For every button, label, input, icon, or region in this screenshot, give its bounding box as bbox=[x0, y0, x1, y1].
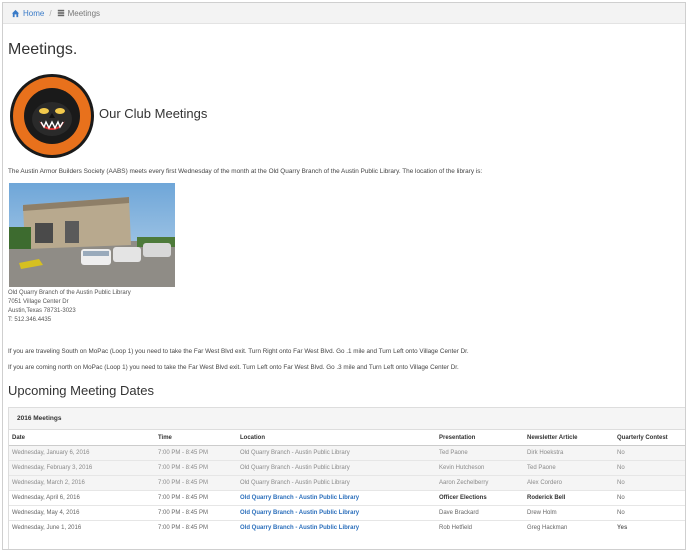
cell-time: 7:00 PM - 8:45 PM bbox=[155, 520, 237, 535]
list-icon bbox=[57, 9, 64, 17]
cell-time: 7:00 PM - 8:45 PM bbox=[155, 445, 237, 461]
club-logo bbox=[10, 74, 94, 158]
column-header-date: Date bbox=[9, 430, 155, 446]
cell-location-link[interactable]: Old Quarry Branch - Austin Public Librar… bbox=[237, 505, 436, 521]
address-city: Austin,Texas 78731-3023 bbox=[8, 308, 76, 314]
cell-time: 7:00 PM - 8:45 PM bbox=[155, 505, 237, 521]
cell-contest: No bbox=[614, 460, 685, 476]
cell-location: Old Quarry Branch - Austin Public Librar… bbox=[237, 460, 436, 476]
cell-presentation: Officer Elections bbox=[436, 490, 524, 506]
table-row: Wednesday, May 4, 2016 7:00 PM - 8:45 PM… bbox=[9, 505, 685, 521]
cell-newsletter: Dirk Hoekstra bbox=[524, 445, 614, 461]
breadcrumb-current-label: Meetings bbox=[67, 8, 101, 18]
panel-heading: 2016 Meetings bbox=[9, 408, 685, 430]
cell-newsletter: Alex Cordero bbox=[524, 475, 614, 491]
column-header-presentation: Presentation bbox=[436, 430, 524, 446]
page-title: Meetings. bbox=[8, 41, 78, 58]
table-row: Wednesday, January 6, 2016 7:00 PM - 8:4… bbox=[9, 445, 685, 461]
address-street: 7051 Village Center Dr bbox=[8, 299, 69, 305]
cell-presentation: Aaron Zechelberry bbox=[436, 475, 524, 491]
cell-time: 7:00 PM - 8:45 PM bbox=[155, 475, 237, 491]
library-address: Old Quarry Branch of the Austin Public L… bbox=[8, 289, 131, 325]
table-header-row: Date Time Location Presentation Newslett… bbox=[9, 430, 685, 446]
upcoming-meetings-heading: Upcoming Meeting Dates bbox=[8, 383, 154, 398]
cell-newsletter: Greg Hackman bbox=[524, 520, 614, 535]
breadcrumb-current: Meetings bbox=[57, 9, 100, 18]
cell-date: Wednesday, April 6, 2016 bbox=[9, 490, 155, 506]
cell-presentation: Ted Paone bbox=[436, 445, 524, 461]
cell-location-link[interactable]: Old Quarry Branch - Austin Public Librar… bbox=[237, 490, 436, 506]
library-photo bbox=[9, 183, 175, 287]
address-name: Old Quarry Branch of the Austin Public L… bbox=[8, 290, 131, 296]
cell-time: 7:00 PM - 8:45 PM bbox=[155, 460, 237, 476]
cell-contest: Yes bbox=[614, 520, 685, 535]
club-meetings-heading: Our Club Meetings bbox=[99, 106, 208, 121]
table-row: Wednesday, June 1, 2016 7:00 PM - 8:45 P… bbox=[9, 520, 685, 535]
cell-contest: No bbox=[614, 475, 685, 491]
cell-location-link[interactable]: Old Quarry Branch - Austin Public Librar… bbox=[237, 520, 436, 535]
cell-presentation: Kevin Hutcheson bbox=[436, 460, 524, 476]
meetings-table: Date Time Location Presentation Newslett… bbox=[9, 430, 685, 535]
cell-newsletter: Drew Holm bbox=[524, 505, 614, 521]
column-header-newsletter: Newsletter Article bbox=[524, 430, 614, 446]
cell-presentation: Rob Hetfield bbox=[436, 520, 524, 535]
table-row: Wednesday, April 6, 2016 7:00 PM - 8:45 … bbox=[9, 490, 685, 506]
cell-newsletter: Ted Paone bbox=[524, 460, 614, 476]
table-row: Wednesday, February 3, 2016 7:00 PM - 8:… bbox=[9, 460, 685, 476]
cell-location: Old Quarry Branch - Austin Public Librar… bbox=[237, 475, 436, 491]
meetings-panel: 2016 Meetings Date Time Location Present… bbox=[8, 407, 685, 549]
breadcrumb-separator: / bbox=[49, 8, 52, 18]
directions-north: If you are coming north on MoPac (Loop 1… bbox=[8, 364, 459, 371]
cell-location: Old Quarry Branch - Austin Public Librar… bbox=[237, 445, 436, 461]
cell-presentation: Dave Brackard bbox=[436, 505, 524, 521]
breadcrumb-home-label: Home bbox=[23, 8, 45, 18]
column-header-time: Time bbox=[155, 430, 237, 446]
cell-contest: No bbox=[614, 505, 685, 521]
table-row: Wednesday, March 2, 2016 7:00 PM - 8:45 … bbox=[9, 475, 685, 491]
cell-date: Wednesday, May 4, 2016 bbox=[9, 505, 155, 521]
breadcrumb-home-link[interactable]: Home bbox=[11, 9, 44, 18]
cell-contest: No bbox=[614, 445, 685, 461]
home-icon bbox=[11, 9, 20, 17]
cell-time: 7:00 PM - 8:45 PM bbox=[155, 490, 237, 506]
column-header-location: Location bbox=[237, 430, 436, 446]
cell-date: Wednesday, March 2, 2016 bbox=[9, 475, 155, 491]
cell-date: Wednesday, June 1, 2016 bbox=[9, 520, 155, 535]
cell-contest: No bbox=[614, 490, 685, 506]
breadcrumb: Home / Meetings bbox=[3, 3, 685, 24]
intro-text: The Austin Armor Builders Society (AABS)… bbox=[8, 168, 483, 175]
address-phone: T: 512.346.4435 bbox=[8, 317, 52, 323]
cell-newsletter: Roderick Bell bbox=[524, 490, 614, 506]
column-header-contest: Quarterly Contest bbox=[614, 430, 685, 446]
directions-south: If you are traveling South on MoPac (Loo… bbox=[8, 348, 469, 355]
cell-date: Wednesday, January 6, 2016 bbox=[9, 445, 155, 461]
page-frame: Home / Meetings Meetings. Our Club Meeti… bbox=[2, 2, 686, 550]
cell-date: Wednesday, February 3, 2016 bbox=[9, 460, 155, 476]
